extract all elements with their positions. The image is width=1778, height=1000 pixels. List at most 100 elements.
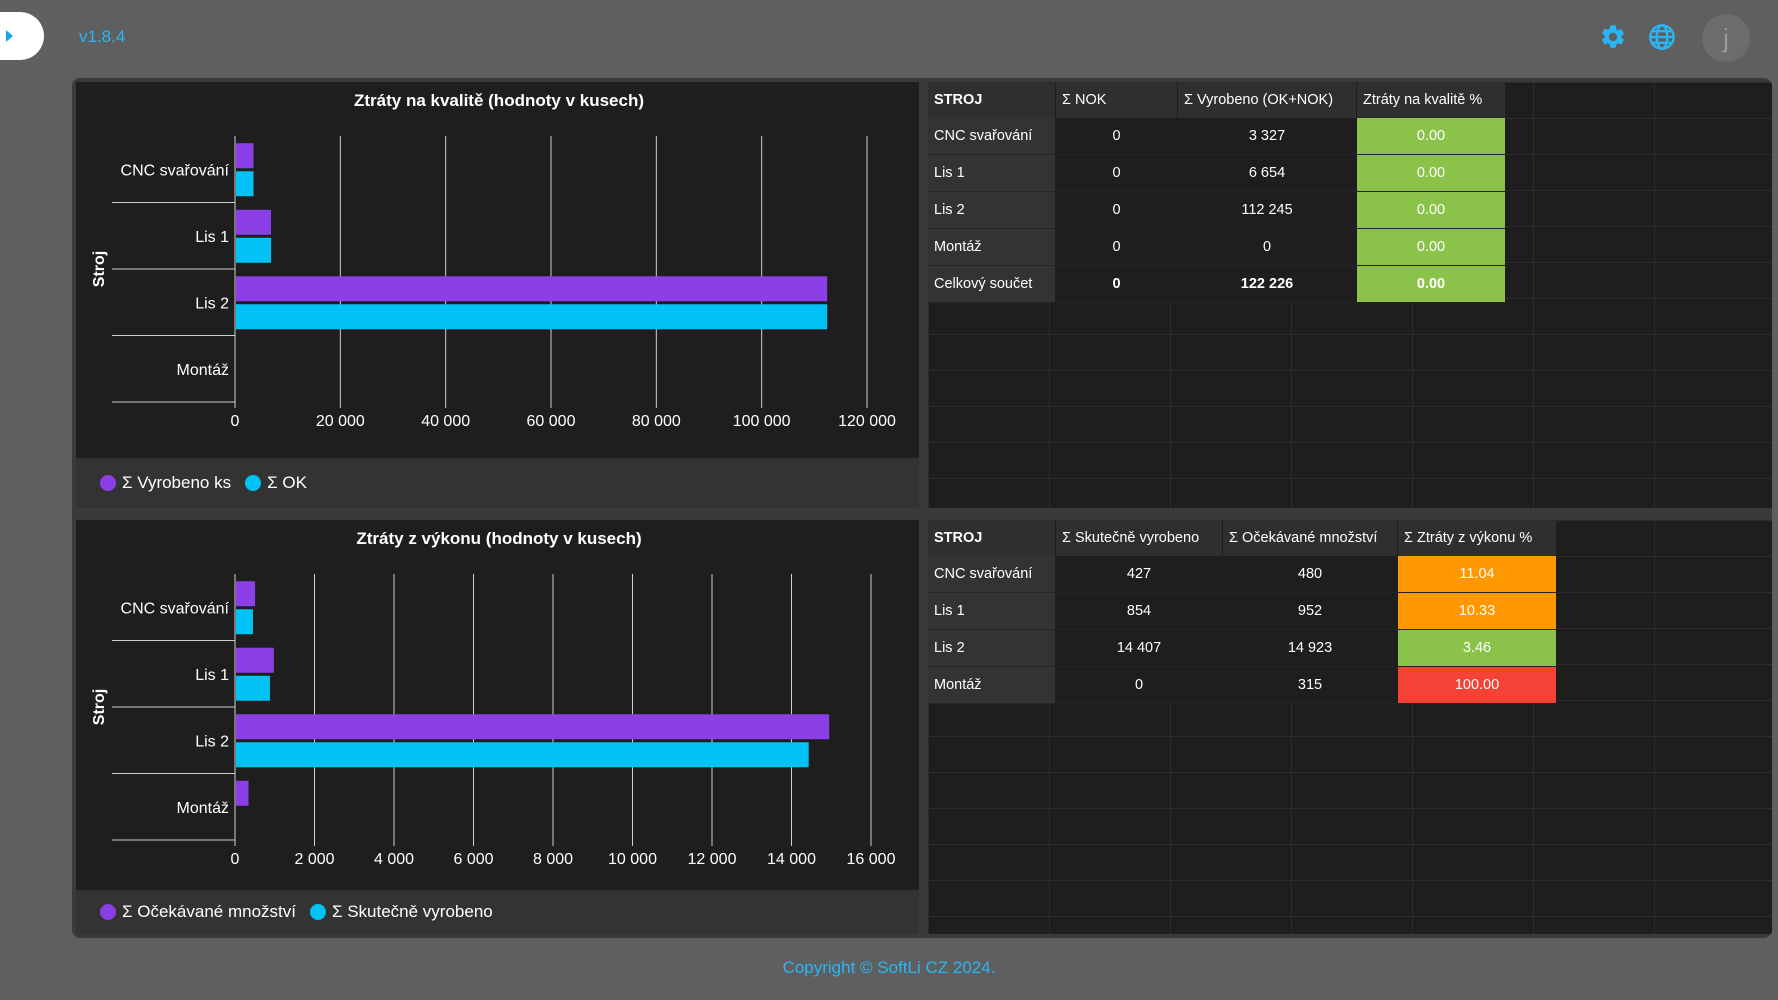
x-tick-label: 4 000 (374, 851, 414, 868)
x-tick-label: 20 000 (316, 413, 365, 430)
quality-table: STROJ Σ NOK Σ Vyrobeno (OK+NOK) Ztráty n… (928, 82, 1506, 303)
dashboard-content: Ztráty na kvalitě (hodnoty v kusech) 0 20 … (72, 78, 1772, 938)
quality-loss-pct: 0.00 (1356, 228, 1506, 266)
nok-value: 0 (1055, 154, 1178, 192)
x-tick-label: 6 000 (453, 851, 493, 868)
legend-item[interactable]: Σ Vyrobeno ks (100, 473, 231, 493)
chart-title: Ztráty na kvalitě (hodnoty v kusech) (354, 91, 644, 110)
language-button[interactable] (1647, 22, 1677, 52)
legend-label: Σ Vyrobeno ks (122, 473, 232, 492)
produced-value: 3 327 (1177, 118, 1357, 155)
bar-cnc-sva-ov-n- (236, 609, 253, 635)
bar-lis-1 (236, 209, 272, 235)
chart-legend: Σ Očekávané množství Σ Skutečně vyrobeno (76, 890, 919, 934)
menu-toggle-button[interactable] (0, 12, 44, 60)
table-row: Montáž 0 315 100.00 (928, 666, 1557, 704)
table-header-row: STROJ Σ NOK Σ Vyrobeno (OK+NOK) Ztráty n… (928, 82, 1506, 118)
chart-legend: Σ Vyrobeno ks Σ OK (76, 458, 919, 508)
quality-loss-total-pct: 0.00 (1356, 265, 1506, 303)
x-tick-label: 14 000 (767, 851, 816, 868)
x-tick-label: 2 000 (294, 851, 334, 868)
chevron-right-icon (6, 30, 13, 42)
column-header[interactable]: Ztráty na kvalitě % (1356, 82, 1506, 118)
actual-value: 427 (1055, 556, 1223, 593)
expected-value: 952 (1222, 592, 1398, 630)
x-tick-label: 8 000 (533, 851, 573, 868)
quality-loss-chart-panel: Ztráty na kvalitě (hodnoty v kusech) 0 20 … (76, 82, 919, 508)
x-tick-label: 60 000 (527, 413, 576, 430)
column-header[interactable]: Σ Vyrobeno (OK+NOK) (1177, 82, 1357, 118)
legend-dot (245, 475, 262, 491)
bar-cnc-sva-ov-n- (236, 143, 254, 169)
gear-icon (1602, 25, 1624, 48)
performance-loss-pct: 10.33 (1397, 592, 1557, 630)
produced-value: 6 654 (1177, 154, 1357, 192)
y-axis-label: Stroj (91, 251, 108, 287)
legend-item[interactable]: Σ Skutečně vyrobeno (309, 902, 493, 922)
bar-lis-1 (236, 237, 272, 263)
total-label: Celkový součet (928, 265, 1056, 303)
table-row: Montáž 0 0 0.00 (928, 228, 1506, 266)
settings-button[interactable] (1598, 22, 1628, 52)
x-tick-label: 12 000 (688, 851, 737, 868)
app-version: v1.8.4 (79, 27, 126, 46)
x-tick-label: 0 (231, 413, 240, 430)
table-row: Lis 2 14 407 14 923 3.46 (928, 629, 1557, 667)
quality-loss-pct: 0.00 (1356, 154, 1506, 192)
column-header[interactable]: Σ Skutečně vyrobeno (1055, 520, 1223, 556)
expected-value: 315 (1222, 666, 1398, 704)
actual-value: 854 (1055, 592, 1223, 630)
category-label: Montáž (177, 800, 229, 817)
column-header[interactable]: STROJ (928, 82, 1056, 118)
chart-title: Ztráty z výkonu (hodnoty v kusech) (356, 529, 641, 548)
legend-item[interactable]: Σ OK (245, 473, 307, 493)
x-tick-label: 40 000 (421, 413, 470, 430)
table-row: CNC svařování 0 3 327 0.00 (928, 118, 1506, 155)
x-tick-label: 80 000 (632, 413, 681, 430)
category-label: Lis 1 (195, 229, 229, 246)
column-header[interactable]: STROJ (928, 520, 1056, 556)
bar-lis-2 (236, 276, 828, 302)
quality-loss-pct: 0.00 (1356, 191, 1506, 229)
performance-loss-pct: 100.00 (1397, 666, 1557, 704)
expected-value: 480 (1222, 556, 1398, 593)
produced-total: 122 226 (1177, 265, 1357, 303)
column-header[interactable]: Σ Očekávané množství (1222, 520, 1398, 556)
column-header[interactable]: Σ Ztráty z výkonu % (1397, 520, 1557, 556)
user-avatar[interactable]: j (1702, 14, 1750, 62)
table-header-row: STROJ Σ Skutečně vyrobeno Σ Očekávané mn… (928, 520, 1557, 556)
legend-item[interactable]: Σ Očekávané množství (100, 902, 296, 922)
machine-name: CNC svařování (928, 556, 1056, 593)
quality-loss-pct: 0.00 (1356, 118, 1506, 155)
column-header[interactable]: Σ NOK (1055, 82, 1178, 118)
table-row: Lis 2 0 112 245 0.00 (928, 191, 1506, 229)
bar-lis-1 (236, 647, 274, 673)
category-label: CNC svařování (121, 600, 230, 617)
machine-name: Lis 1 (928, 154, 1056, 192)
bar-lis-2 (236, 304, 828, 330)
performance-table: STROJ Σ Skutečně vyrobeno Σ Očekávané mn… (928, 520, 1557, 704)
machine-name: Montáž (928, 666, 1056, 704)
bar-cnc-sva-ov-n- (236, 581, 256, 607)
bar-lis-2 (236, 742, 809, 768)
table-total-row: Celkový součet 0 122 226 0.00 (928, 265, 1506, 303)
x-tick-label: 100 000 (733, 413, 791, 430)
x-tick-label: 120 000 (838, 413, 896, 430)
category-label: CNC svařování (121, 162, 230, 179)
machine-name: Lis 1 (928, 592, 1056, 630)
actual-value: 14 407 (1055, 629, 1223, 667)
legend-dot (100, 904, 116, 920)
machine-name: Montáž (928, 228, 1056, 266)
legend-label: Σ Očekávané množství (122, 902, 296, 921)
x-tick-label: 16 000 (847, 851, 896, 868)
expected-value: 14 923 (1222, 629, 1398, 667)
globe-icon (1649, 24, 1675, 50)
category-label: Montáž (177, 362, 229, 379)
table-row: CNC svařování 427 480 11.04 (928, 556, 1557, 593)
performance-loss-chart: Ztráty z výkonu (hodnoty v kusech) 0 2 000… (91, 529, 896, 868)
nok-value: 0 (1055, 191, 1178, 229)
x-tick-label: 10 000 (608, 851, 657, 868)
nok-value: 0 (1055, 118, 1178, 155)
copyright-footer: Copyright © SoftLi CZ 2024. (782, 958, 996, 977)
quality-loss-chart: Ztráty na kvalitě (hodnoty v kusech) 0 20 … (91, 91, 896, 430)
